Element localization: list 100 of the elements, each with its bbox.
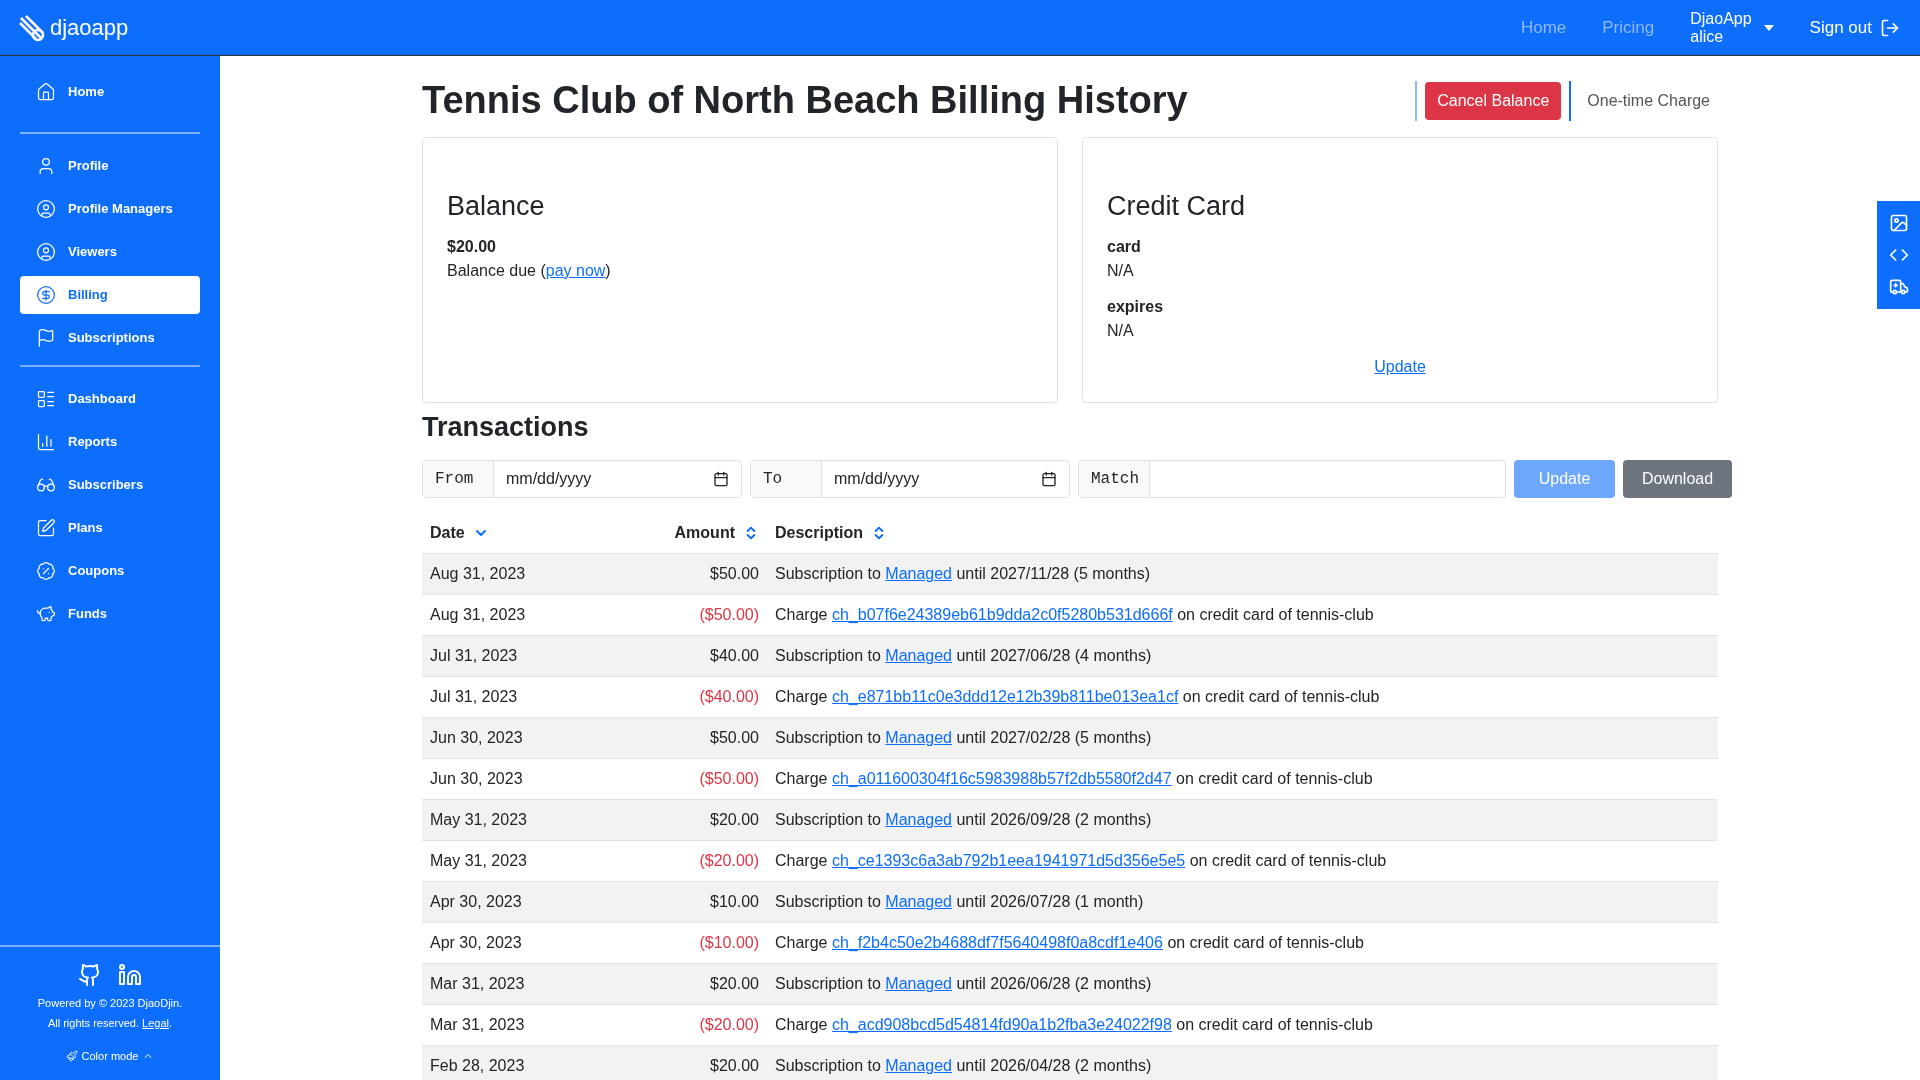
table-cell: Feb 28, 2023 — [422, 1045, 572, 1080]
pencil-icon — [36, 518, 56, 538]
rights-text: All rights reserved. Legal. — [47, 1016, 173, 1031]
update-button[interactable]: Update — [1514, 459, 1615, 498]
caret-icon[interactable] — [1763, 24, 1774, 31]
sidebar-item[interactable]: Dashboard — [20, 380, 200, 418]
sidebar-item[interactable]: Home — [20, 73, 200, 111]
image-icon[interactable] — [1888, 213, 1909, 233]
table-cell: Charge ch_b07f6e24389eb61b9dda2c0f5280b531d666f on credit card of tennis-club — [767, 594, 1718, 636]
table-cell: Subscription to Managed until 2027/06/28 (4 months) — [767, 635, 1718, 677]
sidebar-item[interactable]: Reports — [20, 423, 200, 461]
table-cell: Jun 30, 2023 — [422, 717, 572, 759]
table-link[interactable]: Managed — [885, 811, 952, 828]
table-cell: Apr 30, 2023 — [422, 881, 572, 923]
sidebar-item[interactable]: Coupons — [20, 552, 200, 590]
calendar-icon[interactable] — [713, 470, 729, 487]
table-link[interactable]: Managed — [885, 893, 952, 910]
table-cell: ($10.00) — [572, 922, 767, 964]
table-cell: ($50.00) — [572, 758, 767, 800]
color-mode-button[interactable]: Color mode — [65, 1047, 155, 1064]
table-cell: Aug 31, 2023 — [422, 594, 572, 636]
chart-icon — [36, 432, 56, 452]
column-header[interactable]: Amount — [572, 513, 767, 554]
table-cell: Subscription to Managed until 2026/07/28 (1 month) — [767, 881, 1718, 923]
sign-out-link[interactable]: Sign out — [1809, 14, 1900, 41]
date-input[interactable]: mm/dd/yyyy — [506, 466, 713, 491]
sidebar-item[interactable]: Plans — [20, 509, 200, 547]
page-title: Tennis Club of North Beach Billing History — [422, 78, 1188, 123]
home-icon — [36, 82, 56, 102]
table-link[interactable]: ch_e871bb11c0e3ddd12e12b39b811be013ea1cf — [831, 688, 1179, 705]
sidebar-item[interactable]: Funds — [20, 595, 200, 633]
field-label: From — [423, 460, 494, 497]
table-link[interactable]: ch_a011600304f16c5983988b57f2db5580f2d47 — [831, 770, 1172, 787]
nav-link[interactable]: Home — [1520, 14, 1567, 41]
table-cell: Mar 31, 2023 — [422, 963, 572, 1005]
match-field[interactable] — [1150, 459, 1506, 498]
ambulance-icon[interactable] — [1888, 277, 1909, 297]
date-field[interactable]: To mm/dd/yyyy — [750, 459, 1070, 498]
table-link[interactable]: ch_acd908bcd5d54814fd90a1b2fba3e24022f98 — [831, 1016, 1172, 1033]
table-cell: ($50.00) — [572, 594, 767, 636]
download-button[interactable]: Download — [1623, 459, 1732, 498]
table-cell: Charge ch_ce1393c6a3ab792b1eea1941971d5d356e5e5 on credit card of tennis-club — [767, 840, 1718, 882]
table-link[interactable]: Managed — [885, 1057, 952, 1075]
table-cell: Jul 31, 2023 — [422, 676, 572, 718]
brand-name[interactable]: djaoapp — [50, 11, 129, 44]
table-cell: Charge ch_a011600304f16c5983988b57f2db5580f2d47 on credit card of tennis-club — [767, 758, 1718, 800]
column-header[interactable]: Date — [422, 513, 572, 554]
table-link[interactable]: ch_f2b4c50e2b4688df7f5640498f0a8cdf1e406 — [831, 934, 1163, 951]
sidebar-item[interactable]: Viewers — [20, 233, 200, 271]
column-header[interactable]: Description — [767, 513, 1718, 554]
card-title: Credit Card — [1107, 190, 1247, 223]
account-user[interactable]: alice — [1690, 27, 1752, 46]
table-cell: $20.00 — [572, 963, 767, 1005]
field-label: Match — [1078, 459, 1150, 498]
person-circle-icon — [36, 242, 56, 262]
legal-link[interactable]: Legal — [142, 1017, 169, 1029]
card-title: Balance — [447, 190, 546, 223]
linkedin-icon[interactable] — [118, 962, 142, 987]
table-cell: $50.00 — [572, 553, 767, 595]
cancel-balance-button[interactable]: Cancel Balance — [1425, 81, 1562, 120]
table-cell: May 31, 2023 — [422, 840, 572, 882]
balance-amount: $20.00 — [447, 236, 497, 257]
table-cell: Charge ch_f2b4c50e2b4688df7f5640498f0a8cdf1e406 on credit card of tennis-club — [767, 922, 1718, 964]
table-cell: Subscription to Managed until 2027/11/28 (5 months) — [767, 553, 1718, 595]
table-cell: Mar 31, 2023 — [422, 1004, 572, 1046]
field-value: N/A — [1107, 260, 1135, 281]
table-link[interactable]: Managed — [885, 565, 952, 582]
brush-icon — [65, 1049, 78, 1062]
table-link[interactable]: Managed — [885, 729, 952, 746]
sidebar-item[interactable]: Subscriptions — [20, 319, 200, 357]
table-cell: $50.00 — [572, 717, 767, 759]
one-time-charge-button[interactable]: One-time Charge — [1579, 88, 1718, 113]
logo-icon — [16, 12, 46, 43]
table-link[interactable]: Managed — [885, 975, 952, 992]
sidebar-item[interactable]: Profile Managers — [20, 190, 200, 228]
list-icon — [36, 389, 56, 409]
sidebar-item[interactable]: Subscribers — [20, 466, 200, 504]
table-cell: ($20.00) — [572, 840, 767, 882]
date-input[interactable]: mm/dd/yyyy — [834, 466, 1041, 491]
table-cell: May 31, 2023 — [422, 799, 572, 841]
field-value: N/A — [1107, 320, 1135, 341]
account-name[interactable]: DjaoApp — [1690, 9, 1752, 28]
table-cell: Charge ch_acd908bcd5d54814fd90a1b2fba3e24022f98 on credit card of tennis-club — [767, 1004, 1718, 1046]
sidebar-item[interactable]: Profile — [20, 147, 200, 185]
table-cell: Subscription to Managed until 2026/09/28 (2 months) — [767, 799, 1718, 841]
field-label: card — [1107, 236, 1142, 257]
table-cell: $20.00 — [572, 799, 767, 841]
update-link[interactable]: Update — [1374, 354, 1426, 379]
flag-icon — [36, 328, 56, 348]
calendar-icon[interactable] — [1041, 470, 1057, 487]
sidebar-item[interactable]: Billing — [20, 276, 200, 314]
person-circle-icon — [36, 199, 56, 219]
github-icon[interactable] — [78, 962, 102, 987]
table-link[interactable]: ch_b07f6e24389eb61b9dda2c0f5280b531d666f — [831, 606, 1173, 623]
table-link[interactable]: Managed — [885, 647, 952, 664]
section-title: Transactions — [422, 411, 590, 444]
date-field[interactable]: From mm/dd/yyyy — [422, 459, 742, 498]
table-cell: $20.00 — [572, 1045, 767, 1080]
table-link[interactable]: ch_ce1393c6a3ab792b1eea1941971d5d356e5e5 — [831, 852, 1186, 869]
field-label: expires — [1107, 296, 1165, 317]
